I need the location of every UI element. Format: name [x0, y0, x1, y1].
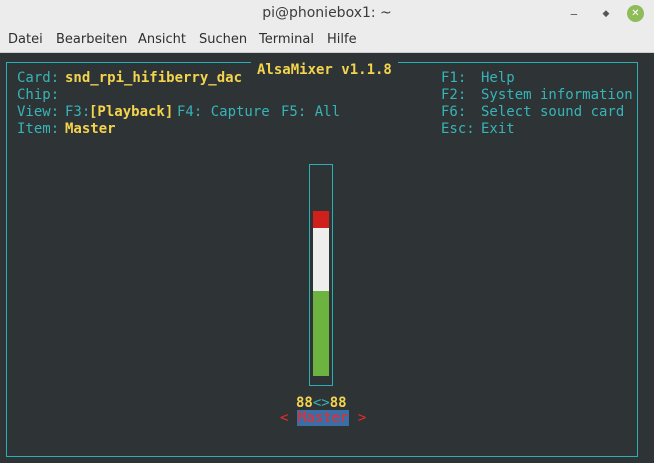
volume-separator: <> [312, 395, 330, 411]
menu-terminal[interactable]: Terminal [259, 32, 314, 47]
help-key-f6: F6: [441, 104, 467, 120]
channel-label-row[interactable]: < Master > [280, 410, 366, 426]
menu-bearbeiten[interactable]: Bearbeiten [56, 32, 127, 47]
item-value: Master [65, 121, 116, 137]
menu-suchen[interactable]: Suchen [199, 32, 247, 47]
help-key-f1: F1: [441, 70, 467, 86]
menu-hilfe[interactable]: Hilfe [327, 32, 357, 47]
help-key-esc: Esc: [441, 121, 475, 137]
view-label: View: [17, 104, 60, 120]
view-all[interactable]: F5: All [281, 104, 340, 121]
menu-bar: Datei Bearbeiten Ansicht Suchen Terminal… [0, 28, 654, 53]
terminal-area[interactable]: AlsaMixer v1.1.8 Card: snd_rpi_hifiberry… [0, 53, 654, 463]
volume-readout: 88<>88 [296, 395, 347, 411]
view-f3-key: F3: [65, 104, 91, 120]
volume-segment-mid [313, 228, 329, 291]
menu-ansicht[interactable]: Ansicht [138, 32, 186, 47]
channel-arrow-right: > [357, 410, 367, 426]
volume-segment-low [313, 291, 329, 376]
volume-right-value: 88 [329, 395, 347, 411]
card-value: snd_rpi_hifiberry_dac [65, 70, 243, 86]
help-text-f6[interactable]: Select sound card [481, 104, 624, 121]
terminal-window: pi@phoniebox1: ~ ‒ ◆ ✕ Datei Bearbeiten … [0, 0, 654, 463]
help-key-f2: F2: [441, 87, 467, 103]
item-label: Item: [17, 121, 60, 137]
title-bar[interactable]: pi@phoniebox1: ~ ‒ ◆ ✕ [0, 0, 654, 29]
view-capture[interactable]: F4: Capture [177, 104, 270, 121]
help-text-f1[interactable]: Help [481, 70, 515, 87]
volume-bar[interactable] [313, 188, 329, 376]
minimize-icon[interactable]: ‒ [565, 5, 583, 23]
menu-datei[interactable]: Datei [8, 32, 43, 47]
help-text-f2[interactable]: System information [481, 87, 633, 104]
close-icon[interactable]: ✕ [627, 5, 644, 22]
view-playback[interactable]: [Playback] [89, 104, 173, 121]
volume-bar-frame[interactable] [309, 164, 333, 386]
help-text-esc[interactable]: Exit [481, 121, 515, 138]
window-title: pi@phoniebox1: ~ [262, 5, 392, 21]
volume-segment-high [313, 211, 329, 228]
chip-label: Chip: [17, 87, 60, 103]
maximize-icon[interactable]: ◆ [597, 5, 615, 23]
card-label: Card: [17, 70, 60, 86]
channel-arrow-left: < [280, 410, 289, 426]
channel-name[interactable]: Master [296, 410, 350, 426]
alsamixer-title: AlsaMixer v1.1.8 [251, 62, 398, 78]
volume-left-value: 88 [296, 395, 313, 411]
